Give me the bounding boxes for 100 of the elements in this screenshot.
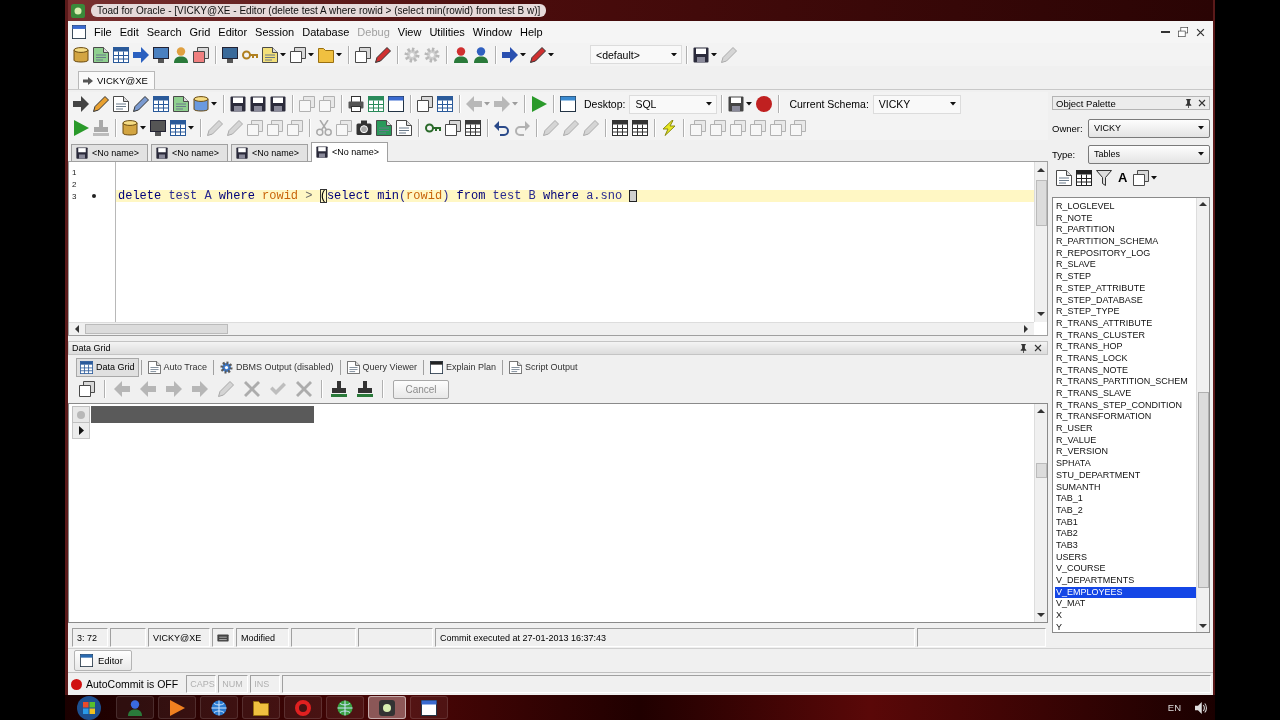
taskbar-button[interactable] — [368, 696, 406, 719]
dropdown[interactable]: <default> — [590, 45, 682, 64]
list-item[interactable]: TAB3 — [1055, 539, 1196, 552]
dropdown[interactable]: SQL — [629, 94, 718, 114]
caret-icon[interactable] — [280, 52, 286, 57]
menu-item[interactable]: Editor — [214, 24, 252, 40]
right-arrow-icon[interactable] — [1024, 325, 1028, 333]
lightning-icon[interactable] — [661, 120, 677, 136]
menu-item[interactable]: Database — [298, 24, 354, 40]
person-icon[interactable] — [173, 46, 189, 63]
pages-icon[interactable] — [193, 46, 209, 63]
list-item[interactable]: R_LOGLEVEL — [1055, 201, 1196, 213]
scroll-thumb[interactable] — [85, 324, 228, 334]
list-item[interactable]: R_TRANS_NOTE — [1055, 364, 1196, 377]
menu-item[interactable]: Utilities — [425, 24, 469, 40]
window-button[interactable]: Editor — [74, 650, 132, 671]
play-icon[interactable] — [73, 120, 89, 136]
list-item[interactable]: TAB1 — [1055, 516, 1196, 529]
page-icon[interactable] — [1056, 170, 1072, 186]
horizontal-scrollbar[interactable] — [69, 322, 1034, 335]
list-item[interactable]: R_TRANS_LOCK — [1055, 352, 1196, 365]
list-item[interactable]: R_STEP — [1055, 271, 1196, 283]
list-item[interactable]: R_USER — [1055, 423, 1196, 435]
list-item[interactable]: R_STEP_TYPE — [1055, 306, 1196, 318]
menu-item[interactable]: Edit — [115, 24, 143, 40]
folder-icon[interactable] — [318, 46, 334, 63]
pages-icon[interactable] — [355, 46, 371, 63]
caret-icon[interactable] — [1151, 176, 1158, 180]
menu-item[interactable]: View — [393, 24, 426, 40]
list-item[interactable]: Y — [1055, 621, 1196, 634]
pages-icon[interactable] — [79, 381, 95, 397]
list-item[interactable]: R_STEP_DATABASE — [1055, 294, 1196, 307]
page-icon[interactable] — [262, 46, 278, 63]
camera-icon[interactable] — [356, 120, 372, 136]
grid-icon[interactable] — [113, 46, 129, 63]
window-icon[interactable] — [388, 96, 404, 112]
down-arrow-icon[interactable] — [1037, 613, 1045, 617]
result-tab[interactable]: Data Grid — [76, 357, 139, 377]
list-item[interactable]: R_TRANSFORMATION — [1055, 411, 1196, 424]
dropdown[interactable]: Tables — [1088, 144, 1210, 164]
list-item[interactable]: TAB2 — [1055, 528, 1196, 540]
taskbar-button[interactable] — [200, 696, 238, 719]
result-tab[interactable]: Query Viewer — [342, 357, 421, 377]
up-arrow-icon[interactable] — [1199, 202, 1207, 206]
left-arrow-icon[interactable] — [75, 325, 79, 333]
menu-item[interactable]: Window — [468, 24, 516, 40]
list-item[interactable]: V_EMPLOYEES — [1055, 586, 1196, 599]
undo-icon[interactable] — [494, 120, 510, 136]
right-arrow-icon[interactable] — [73, 96, 89, 112]
caret-icon[interactable] — [746, 102, 753, 106]
monitor-icon[interactable] — [222, 46, 238, 63]
dropdown[interactable]: VICKY — [1088, 118, 1210, 138]
caret-icon[interactable] — [140, 126, 146, 130]
dot-icon[interactable] — [756, 96, 773, 112]
down-arrow-icon[interactable] — [1199, 624, 1207, 628]
database-icon[interactable] — [122, 120, 138, 136]
caret-icon[interactable] — [711, 52, 717, 57]
scroll-thumb[interactable] — [1035, 180, 1047, 226]
caret-icon[interactable] — [188, 126, 194, 130]
right-arrow-icon[interactable] — [133, 46, 149, 63]
page-icon[interactable] — [396, 120, 412, 136]
taskbar-button[interactable] — [242, 696, 280, 719]
menu-item[interactable]: Help — [516, 24, 547, 40]
grid-icon[interactable] — [465, 120, 481, 136]
page-icon[interactable] — [93, 46, 109, 63]
taskbar-button[interactable] — [326, 696, 364, 719]
up-arrow-icon[interactable] — [1037, 168, 1045, 172]
list-item[interactable]: SPHATA — [1055, 458, 1196, 470]
menu-item[interactable]: Session — [251, 24, 299, 40]
pencil-icon[interactable] — [530, 46, 546, 63]
pages-icon[interactable] — [445, 120, 461, 136]
page-icon[interactable] — [173, 96, 189, 112]
menu-item[interactable]: File — [90, 24, 116, 40]
start-orb-icon[interactable] — [77, 695, 101, 720]
list-item[interactable]: R_VERSION — [1055, 446, 1196, 459]
list-item[interactable]: STU_DEPARTMENT — [1055, 469, 1196, 482]
grid-icon[interactable] — [612, 120, 628, 136]
editor-tab[interactable]: <No name> — [151, 144, 229, 161]
list-item[interactable]: R_SLAVE — [1055, 259, 1196, 272]
list-item[interactable]: R_VALUE — [1055, 434, 1196, 447]
language-indicator[interactable]: EN — [1167, 702, 1181, 713]
up-arrow-icon[interactable] — [1037, 409, 1045, 413]
editor-tab[interactable]: <No name> — [71, 144, 149, 161]
funnel-icon[interactable] — [1096, 170, 1112, 186]
result-tab[interactable]: Script Output — [505, 357, 582, 377]
pin-icon[interactable] — [1019, 343, 1028, 353]
list-item[interactable]: R_PARTITION — [1055, 224, 1196, 237]
grid-icon[interactable] — [170, 120, 186, 136]
page-icon[interactable] — [376, 120, 392, 136]
menu-item[interactable]: Search — [142, 24, 186, 40]
list-item[interactable]: R_REPOSITORY_LOG — [1055, 247, 1196, 260]
list-item[interactable]: V_DEPARTMENTS — [1055, 575, 1196, 587]
list-item[interactable]: USERS — [1055, 551, 1196, 564]
editor-tab[interactable]: <No name> — [231, 144, 309, 161]
pages-icon[interactable] — [417, 96, 433, 112]
list-item[interactable]: R_STEP_ATTRIBUTE — [1055, 282, 1196, 295]
scroll-thumb[interactable] — [1197, 392, 1209, 588]
stamp-icon[interactable] — [357, 381, 373, 397]
printer-icon[interactable] — [348, 96, 364, 112]
pencil-icon[interactable] — [93, 96, 109, 112]
